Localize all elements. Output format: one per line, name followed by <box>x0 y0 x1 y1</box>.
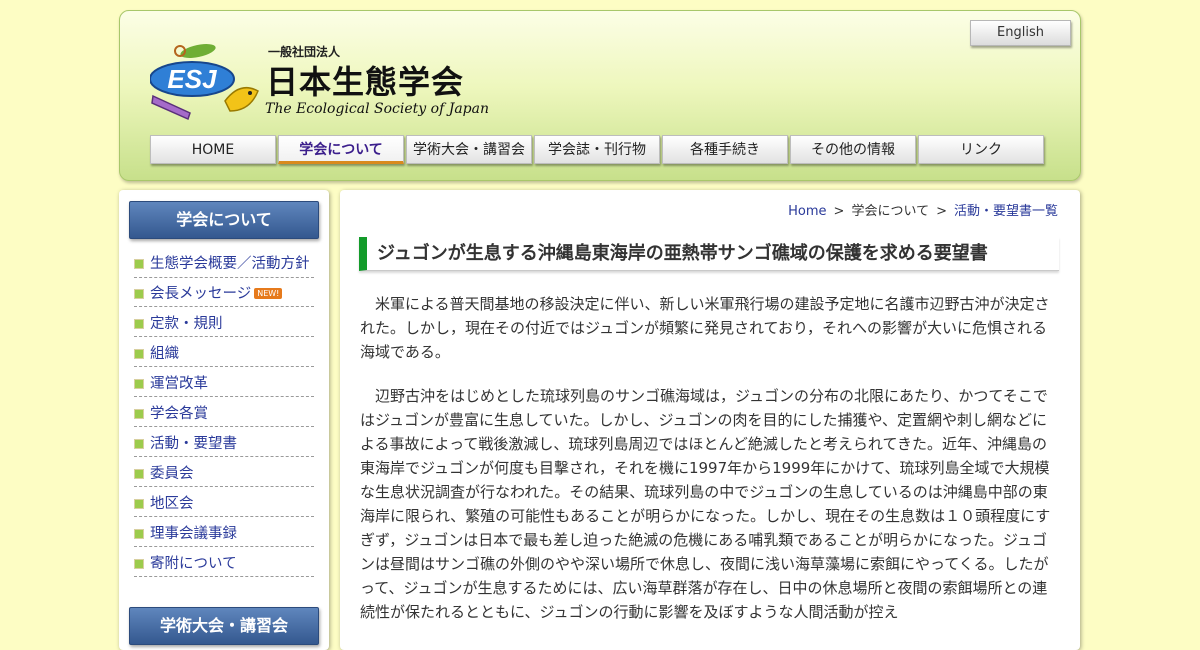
bullet-icon <box>134 559 144 569</box>
breadcrumb-about[interactable]: 学会について <box>851 204 929 219</box>
nav-journals[interactable]: 学会誌・刊行物 <box>534 135 660 164</box>
sidebar-item-overview[interactable]: 生態学会概要／活動方針 <box>134 254 314 278</box>
nav-meetings[interactable]: 学術大会・講習会 <box>406 135 532 164</box>
bullet-icon <box>134 349 144 359</box>
site-header: ESJ 一般社団法人 日本生態学会 The Ecological Society… <box>119 10 1081 181</box>
main-content: Home > 学会について > 活動・要望書一覧 ジュゴンが生息する沖縄島東海岸の亜熱帯… <box>340 190 1080 650</box>
bullet-icon <box>134 259 144 269</box>
sidebar-item-articles[interactable]: 定款・規則 <box>134 314 314 337</box>
sidebar: 学会について 生態学会概要／活動方針 会長メッセージ NEW! 定款・規則 組織 … <box>119 190 329 650</box>
breadcrumb-current[interactable]: 活動・要望書一覧 <box>954 204 1058 219</box>
bullet-icon <box>134 379 144 389</box>
sidebar-item-awards[interactable]: 学会各賞 <box>134 404 314 427</box>
nav-procedures[interactable]: 各種手続き <box>662 135 788 164</box>
article-paragraph: 米軍による普天間基地の移設決定に伴い、新しい米軍飛行場の建設予定地に名護市辺野古… <box>360 295 1050 361</box>
breadcrumb-home[interactable]: Home <box>788 204 826 219</box>
bullet-icon <box>134 409 144 419</box>
site-title-en: The Ecological Society of Japan <box>265 101 489 117</box>
new-badge: NEW! <box>254 288 283 299</box>
article-body: 米軍による普天間基地の移設決定に伴い、新しい米軍飛行場の建設予定地に名護市辺野古… <box>360 292 1057 644</box>
sidebar-heading: 学会について <box>129 201 319 239</box>
bullet-icon <box>134 439 144 449</box>
sidebar-item-reform[interactable]: 運営改革 <box>134 374 314 397</box>
english-button[interactable]: English <box>970 20 1071 46</box>
bullet-icon <box>134 289 144 299</box>
site-title[interactable]: 日本生態学会 <box>266 57 464 103</box>
sidebar-item-committees[interactable]: 委員会 <box>134 464 314 487</box>
article-paragraph: 辺野古沖をはじめとした琉球列島のサンゴ礁海域は，ジュゴンの分布の北限にあたり、か… <box>360 387 1051 621</box>
sidebar-item-regional[interactable]: 地区会 <box>134 494 314 517</box>
sidebar-item-president-message[interactable]: 会長メッセージ NEW! <box>134 284 314 307</box>
svg-text:ESJ: ESJ <box>167 64 217 94</box>
nav-links[interactable]: リンク <box>918 135 1044 164</box>
bullet-icon <box>134 499 144 509</box>
bullet-icon <box>134 319 144 329</box>
main-nav: HOME 学会について 学術大会・講習会 学会誌・刊行物 各種手続き その他の情… <box>150 135 1047 164</box>
nav-home[interactable]: HOME <box>150 135 276 164</box>
sidebar-item-board-minutes[interactable]: 理事会議事録 <box>134 524 314 547</box>
sidebar-menu: 生態学会概要／活動方針 会長メッセージ NEW! 定款・規則 組織 運営改革 学会… <box>134 254 314 577</box>
breadcrumb-separator: > <box>936 204 947 219</box>
page-title: ジュゴンが生息する沖縄島東海岸の亜熱帯サンゴ礁域の保護を求める要望書 <box>359 237 1059 271</box>
bullet-icon <box>134 529 144 539</box>
nav-about[interactable]: 学会について <box>278 135 404 164</box>
esj-logo[interactable]: ESJ <box>150 41 265 121</box>
sidebar-heading-meetings: 学術大会・講習会 <box>129 607 319 645</box>
sidebar-item-organization[interactable]: 組織 <box>134 344 314 367</box>
sidebar-item-donations[interactable]: 寄附について <box>134 554 314 577</box>
bullet-icon <box>134 469 144 479</box>
sidebar-item-activities[interactable]: 活動・要望書 <box>134 434 314 457</box>
nav-other-info[interactable]: その他の情報 <box>790 135 916 164</box>
breadcrumb-separator: > <box>833 204 845 219</box>
breadcrumb: Home > 学会について > 活動・要望書一覧 <box>788 200 1058 219</box>
